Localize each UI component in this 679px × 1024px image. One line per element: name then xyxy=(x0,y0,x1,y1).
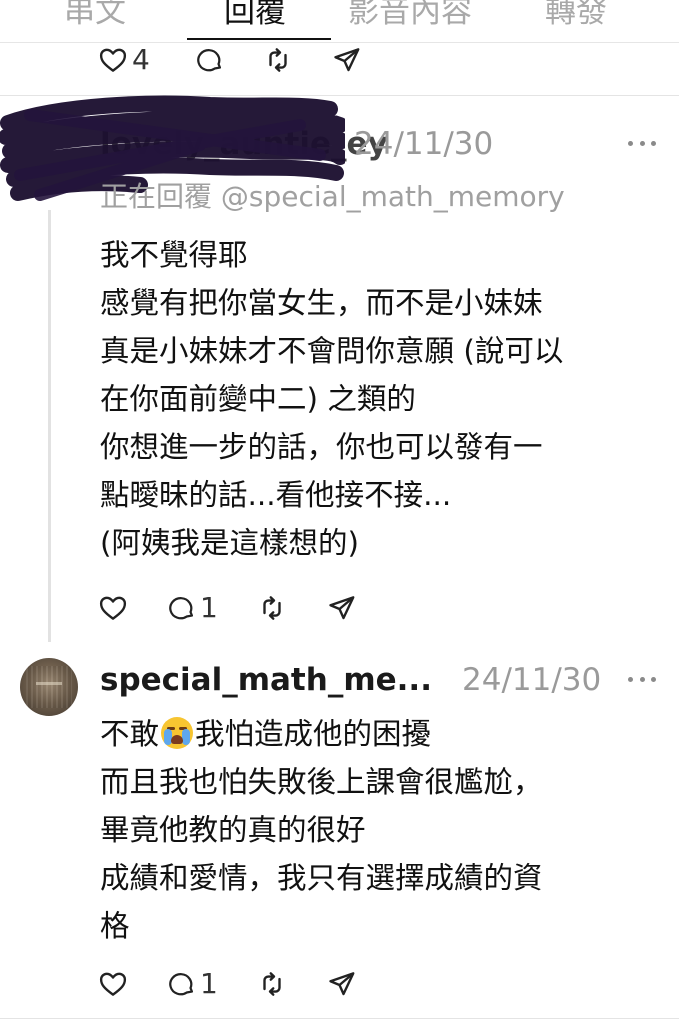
more-dot-icon xyxy=(651,676,656,682)
tab-bar: 串文 回覆 影音內容 轉發 xyxy=(0,0,679,43)
tab-replies[interactable]: 回覆 xyxy=(224,0,286,34)
reply-line: 而且我也怕失敗後上課會很尷尬， xyxy=(100,765,543,799)
more-options-button[interactable] xyxy=(628,138,656,148)
reply-line: 不敢 我怕造成他的困擾 xyxy=(100,710,543,758)
reply-text: 不敢 xyxy=(100,717,160,751)
comment-icon xyxy=(197,49,222,72)
reply-body: 我不覺得耶 感覺有把你當女生，而不是小妹妹 真是小妹妹才不會問你意願 (說可以 … xyxy=(100,231,563,567)
more-dot-icon xyxy=(628,140,633,146)
reply-line: 感覺有把你當女生，而不是小妹妹 xyxy=(100,286,543,320)
like-button[interactable]: 4 xyxy=(98,40,150,80)
comment-count: 1 xyxy=(200,591,218,624)
heart-icon xyxy=(99,972,127,996)
share-button[interactable] xyxy=(327,964,357,1004)
tab-threads[interactable]: 串文 xyxy=(64,0,126,34)
avatar[interactable] xyxy=(20,658,78,716)
reply-line: 在你面前變中二) 之類的 xyxy=(100,382,416,416)
reply-line: 我不覺得耶 xyxy=(100,238,248,272)
more-options-button[interactable] xyxy=(628,674,656,684)
heart-icon xyxy=(99,596,127,620)
tab-media[interactable]: 影音內容 xyxy=(348,0,472,34)
repost-icon xyxy=(263,972,281,996)
reply-line: 成績和愛情，我只有選擇成績的資 xyxy=(100,861,543,895)
share-button[interactable] xyxy=(332,40,362,80)
tab-reposts[interactable]: 轉發 xyxy=(545,0,607,34)
reply-line: 真是小妹妹才不會問你意願 (說可以 xyxy=(100,334,564,368)
like-button[interactable] xyxy=(98,964,128,1004)
comment-button[interactable]: 1 xyxy=(168,964,218,1004)
replying-to-label[interactable]: 正在回覆 @special_math_memory xyxy=(100,178,565,216)
comment-icon xyxy=(169,973,194,996)
reply-date: 24/11/30 xyxy=(354,126,494,162)
more-dot-icon xyxy=(639,676,645,682)
share-button[interactable] xyxy=(327,588,357,628)
send-icon xyxy=(329,596,355,620)
more-dot-icon xyxy=(639,140,645,146)
divider xyxy=(0,1018,679,1019)
loudly-crying-face-icon xyxy=(161,717,194,749)
repost-icon xyxy=(263,596,281,620)
repost-icon xyxy=(269,48,287,72)
more-dot-icon xyxy=(628,676,633,682)
reply-text: 我怕造成他的困擾 xyxy=(195,717,432,751)
comment-button[interactable]: 1 xyxy=(168,588,218,628)
reply-line: 你想進一步的話，你也可以發有一 xyxy=(100,430,543,464)
reply-line: 畢竟他教的真的很好 xyxy=(100,813,366,847)
repost-button[interactable] xyxy=(263,40,293,80)
repost-button[interactable] xyxy=(257,964,287,1004)
more-dot-icon xyxy=(651,140,656,146)
reply-line: 格 xyxy=(100,909,130,943)
comment-button[interactable] xyxy=(196,40,224,80)
reply-line: (阿姨我是這樣想的) xyxy=(100,526,360,560)
heart-icon xyxy=(99,48,127,72)
reply-line: 點曖昧的話...看他接不接... xyxy=(100,478,452,512)
thread-line xyxy=(48,210,51,642)
repost-button[interactable] xyxy=(257,588,287,628)
like-button[interactable] xyxy=(98,588,128,628)
like-count: 4 xyxy=(132,43,150,76)
reply-author-name[interactable]: special_math_me... xyxy=(100,660,432,700)
send-icon xyxy=(329,972,355,996)
comment-count: 1 xyxy=(200,967,218,1000)
send-icon xyxy=(334,48,360,72)
reply-date: 24/11/30 xyxy=(462,662,602,698)
reply-body: 不敢 我怕造成他的困擾 而且我也怕失敗後上課會很尷尬， 畢竟他教的真的很好 成績和… xyxy=(100,710,543,950)
comment-icon xyxy=(169,597,194,620)
